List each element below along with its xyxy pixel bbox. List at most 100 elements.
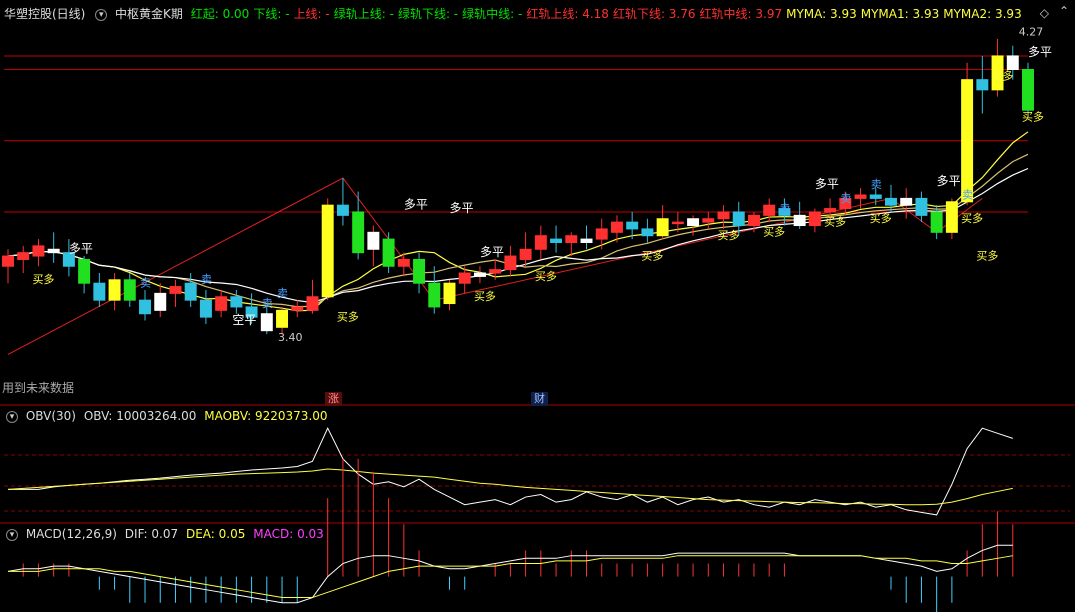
candle-body — [184, 282, 197, 301]
buy-long-label: 买多 — [641, 248, 663, 262]
obv-name[interactable]: OBV(30) — [26, 409, 76, 423]
candle-body — [123, 279, 136, 301]
sell-label: 卖 — [277, 287, 288, 300]
buy-long-label: 买多 — [535, 269, 557, 283]
indicator-name[interactable]: 中枢黄金K期 — [115, 7, 183, 21]
chevron-down-icon[interactable]: ▾ — [6, 410, 18, 423]
indicator-item-value: 3.93 — [908, 7, 940, 21]
macd-name[interactable]: MACD(12,26,9) — [26, 527, 117, 541]
close-long-label: 多平 — [815, 177, 839, 191]
scroll-up-icon[interactable]: ⌃ — [1059, 4, 1069, 18]
candle-body — [961, 79, 974, 203]
sell-label: 卖 — [140, 277, 151, 290]
candle-body — [945, 201, 958, 233]
macd-header: ▾ MACD(12,26,9) DIF: 0.07 DEA: 0.05 MACD… — [4, 526, 328, 542]
obv-header: ▾ OBV(30) OBV: 10003264.00 MAOBV: 922037… — [4, 408, 332, 424]
buy-long-label: 买多 — [824, 215, 846, 229]
close-long-label: 多平 — [1028, 45, 1052, 59]
candle-body — [215, 296, 228, 311]
buy-long-label: 买多 — [870, 211, 892, 225]
buy-long-label: 买多 — [976, 248, 998, 262]
close-long-label: 多平 — [69, 242, 93, 256]
candle-body — [458, 272, 471, 284]
indicator-item-value: 4.18 — [578, 7, 609, 21]
candle-body — [504, 255, 517, 271]
indicator-item-value: 3.76 — [664, 7, 696, 21]
candle-body — [428, 282, 441, 308]
candle-body — [808, 211, 821, 227]
main-header: 华塑控股(日线) ▾ 中枢黄金K期 红起: 0.00 下线: - 上线: - 绿轨上线… — [4, 6, 1030, 22]
obv-series-line — [8, 427, 1013, 516]
kline-chart-svg[interactable]: 买多买多买多买多买多买多 买多买多 买多 买多买多买多买多多平多平 多平多平多平 多平多平… — [0, 0, 1075, 612]
low-price-label: 3.40 — [278, 331, 303, 344]
indicator-item: MYMA: — [786, 7, 827, 21]
candle-body — [793, 214, 806, 227]
dif-label: DIF: — [124, 527, 148, 541]
macd-value: 0.03 — [297, 527, 324, 541]
sell-label: 卖 — [262, 297, 273, 310]
indicator-item: MYMA1: — [860, 7, 909, 21]
candle-body — [687, 218, 700, 227]
candle-body — [580, 238, 593, 243]
candle-body — [626, 221, 639, 230]
sell-label: 卖 — [201, 273, 212, 286]
candle-body — [671, 221, 684, 225]
candle-body — [900, 197, 913, 206]
candle-body — [352, 211, 365, 254]
expand-icon[interactable]: ◇ — [1040, 6, 1049, 20]
candle-body — [747, 214, 760, 227]
candle-body — [915, 197, 928, 216]
indicator-item: MYMA2: — [943, 7, 992, 21]
candle-body — [260, 313, 273, 332]
chevron-down-icon[interactable]: ▾ — [6, 528, 18, 541]
candle-body — [78, 258, 91, 284]
indicator-item: 绿轨下线: — [397, 7, 450, 21]
candle-body — [93, 282, 106, 301]
close-long-label: 多平 — [449, 201, 473, 215]
buy-long-label: 买多 — [992, 69, 1014, 83]
candle-body — [473, 272, 486, 277]
candle-body — [976, 79, 989, 91]
chevron-down-icon[interactable]: ▾ — [95, 8, 108, 21]
candle-body — [610, 221, 623, 233]
candle-body — [519, 248, 532, 260]
candle-body — [108, 279, 121, 301]
candle-body — [656, 218, 669, 237]
buy-long-label: 买多 — [718, 228, 740, 242]
candle-body — [869, 194, 882, 199]
indicator-item-value: - — [321, 7, 330, 21]
candle-body — [930, 211, 943, 233]
indicator-item: 绿轨中线: — [462, 7, 515, 21]
close-long-label: 多平 — [480, 245, 504, 259]
sell-label: 卖 — [840, 192, 851, 205]
macd-label: MACD: — [253, 527, 294, 541]
obv-label: OBV: — [83, 409, 113, 423]
close-long-label: 多平 — [404, 198, 428, 212]
indicator-item-value: 3.97 — [751, 7, 783, 21]
dif-value: 0.07 — [151, 527, 179, 541]
indicator-item: 红轨中线: — [699, 7, 752, 21]
close-short-label: 空平 — [232, 313, 256, 327]
candle-body — [47, 248, 60, 254]
candle-body — [595, 228, 608, 240]
candle-body — [885, 197, 897, 206]
candle-body — [306, 296, 319, 311]
limit-up-tag[interactable]: 涨 — [325, 392, 342, 406]
finance-tag[interactable]: 财 — [531, 392, 548, 406]
candle-body — [732, 211, 745, 227]
candle-body — [154, 292, 167, 311]
high-price-label: 4.27 — [1019, 26, 1044, 39]
obv-series-line — [7, 468, 1013, 506]
close-long-label: 多平 — [937, 174, 961, 188]
indicator-item: 下线: — [253, 7, 282, 21]
chart-stage[interactable]: 买多 买多 买多 买多 买多 买多 买多 买多 买多 买多 买多 买多 买多 多平 多平 多平 多平 多平 多平 多平… — [0, 0, 1075, 612]
buy-long-label: 买多 — [337, 310, 359, 324]
candle-body — [489, 269, 502, 274]
buy-long-label: 买多 — [763, 225, 785, 239]
maobv-value: 9220373.00 — [255, 409, 328, 423]
candle-body — [717, 211, 730, 220]
candle-body — [17, 252, 30, 260]
candle-body — [382, 238, 395, 267]
candle-body — [139, 299, 151, 315]
sell-label: 卖 — [962, 188, 973, 201]
